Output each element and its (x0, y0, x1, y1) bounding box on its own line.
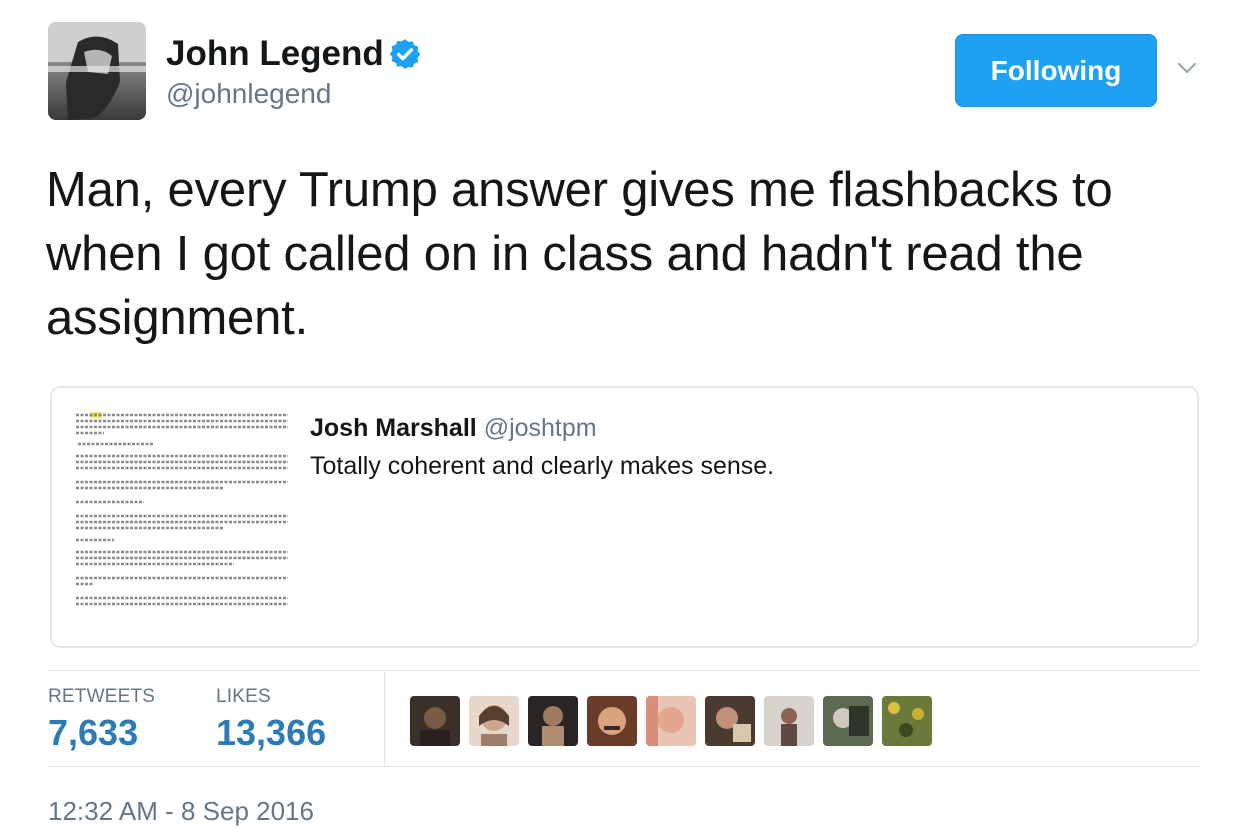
likers-avatar-row (410, 696, 932, 746)
quoted-author-handle[interactable]: @joshtpm (484, 414, 597, 442)
quoted-author[interactable]: Josh Marshall @joshtpm (310, 414, 597, 443)
liker-avatar[interactable] (646, 696, 696, 746)
document-text-lines (74, 410, 292, 622)
author-avatar[interactable] (48, 22, 146, 120)
stats-vertical-divider (384, 672, 385, 766)
following-button[interactable]: Following (955, 34, 1157, 107)
liker-avatar[interactable] (882, 696, 932, 746)
liker-avatar[interactable] (764, 696, 814, 746)
likes-label[interactable]: LIKES (216, 686, 271, 708)
liker-avatar[interactable] (410, 696, 460, 746)
retweets-label[interactable]: RETWEETS (48, 686, 155, 708)
stats-bottom-divider (48, 766, 1200, 767)
quoted-author-name[interactable]: Josh Marshall (310, 414, 477, 442)
liker-avatar[interactable] (528, 696, 578, 746)
liker-avatar[interactable] (587, 696, 637, 746)
tweet-text: Man, every Trump answer gives me flashba… (46, 163, 1113, 345)
quoted-tweet-card[interactable]: Josh Marshall @joshtpm Totally coherent … (50, 386, 1199, 648)
author-avatar-image (48, 22, 146, 120)
liker-avatar[interactable] (469, 696, 519, 746)
liker-avatar[interactable] (705, 696, 755, 746)
chevron-down-icon[interactable] (1175, 56, 1199, 80)
verified-badge-icon (389, 39, 421, 69)
document-screenshot-thumbnail (74, 410, 292, 622)
author-name-row[interactable]: John Legend (166, 34, 422, 74)
retweets-count[interactable]: 7,633 (48, 712, 138, 754)
author-handle[interactable]: @johnlegend (166, 78, 331, 110)
likes-count[interactable]: 13,366 (216, 712, 326, 754)
liker-avatar[interactable] (823, 696, 873, 746)
author-name[interactable]: John Legend (166, 34, 384, 74)
quoted-tweet-text: Totally coherent and clearly makes sense… (310, 452, 775, 480)
tweet-timestamp[interactable]: 12:32 AM - 8 Sep 2016 (48, 796, 314, 827)
stats-top-divider (48, 670, 1200, 671)
